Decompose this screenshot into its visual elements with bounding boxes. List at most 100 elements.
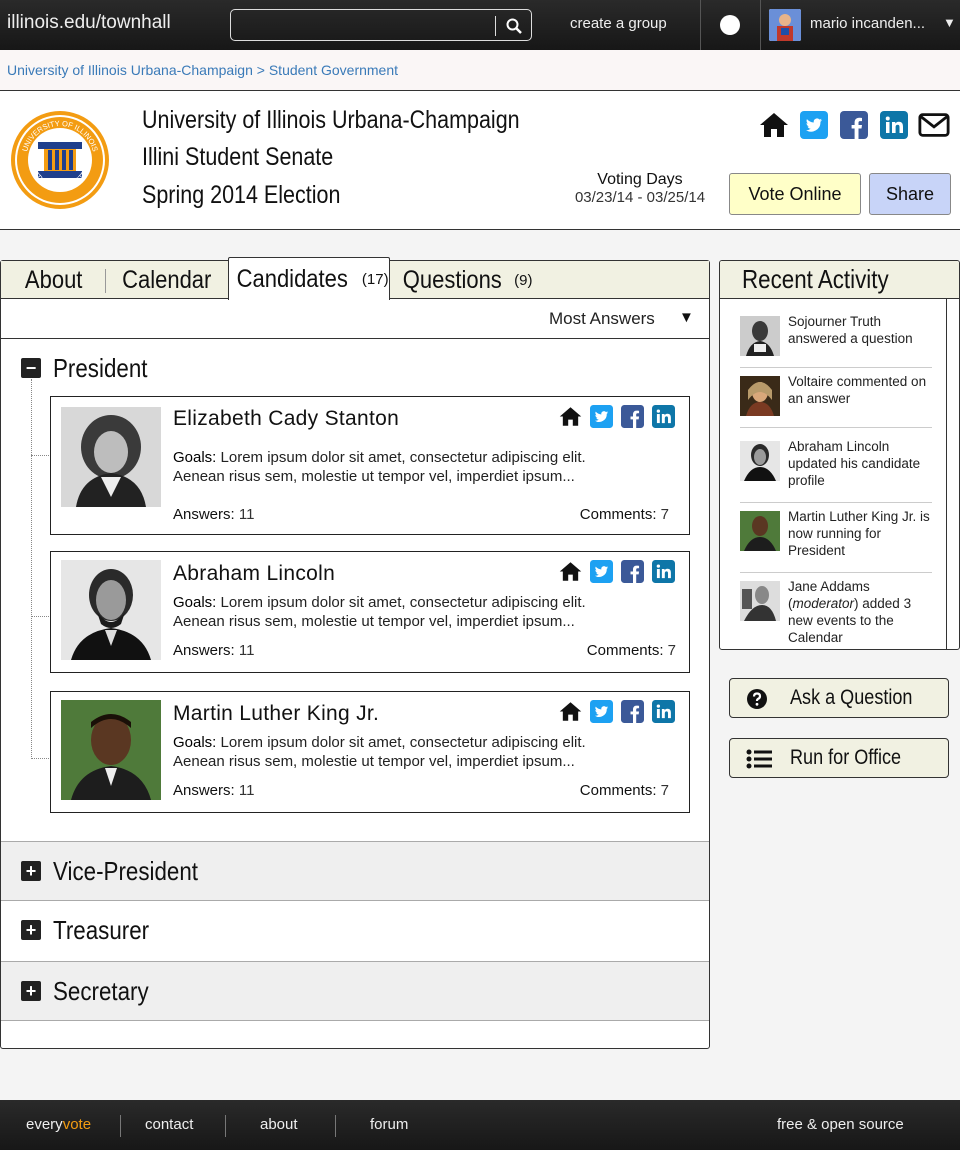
sort-dropdown[interactable]: Most Answers bbox=[549, 309, 655, 329]
candidate-photo bbox=[61, 407, 161, 507]
home-icon[interactable] bbox=[559, 405, 582, 428]
comments-count: Comments: 7 bbox=[586, 642, 676, 659]
tab-calendar[interactable]: Calendar bbox=[106, 261, 228, 299]
tree-branch bbox=[31, 455, 49, 456]
candidate-card[interactable]: Elizabeth Cady Stanton Goals: Lorem ipsu… bbox=[50, 396, 690, 535]
twitter-icon[interactable] bbox=[590, 560, 613, 583]
activity-item[interactable]: Jane Addams (moderator) added 3 new even… bbox=[740, 579, 932, 649]
footer: everyvote contact about forum free & ope… bbox=[0, 1100, 960, 1150]
tab-candidates[interactable]: Candidates (17) bbox=[228, 257, 390, 300]
sort-row: Most Answers ▼ bbox=[1, 299, 709, 339]
student-senate-seal-logo: UNIVERSITY OF ILLINOIS STUDENT SENATE bbox=[11, 111, 109, 209]
home-icon[interactable] bbox=[559, 560, 582, 583]
candidate-photo bbox=[61, 700, 161, 800]
search-icon bbox=[506, 18, 522, 34]
facebook-icon[interactable] bbox=[838, 111, 870, 139]
vote-online-button[interactable]: Vote Online bbox=[729, 173, 861, 215]
footer-forum-link[interactable]: forum bbox=[370, 1116, 408, 1133]
share-button[interactable]: Share bbox=[869, 173, 951, 215]
voting-days-label: Voting Days bbox=[597, 171, 683, 188]
voting-days: Voting Days 03/23/14 - 03/25/14 bbox=[560, 171, 720, 206]
election-header: UNIVERSITY OF ILLINOIS STUDENT SENATE Un… bbox=[0, 91, 960, 230]
candidate-name[interactable]: Abraham Lincoln bbox=[173, 562, 335, 586]
section-title[interactable]: Vice-President bbox=[53, 856, 198, 887]
university-name: University of Illinois Urbana-Champaign bbox=[142, 106, 520, 134]
linkedin-icon[interactable] bbox=[652, 560, 675, 583]
ask-question-button[interactable]: Ask a Question bbox=[729, 678, 949, 718]
tree-line bbox=[31, 379, 32, 759]
candidate-card[interactable]: Abraham Lincoln Goals: Lorem ipsum dolor… bbox=[50, 551, 690, 673]
answers-count: Answers: 11 bbox=[173, 782, 255, 799]
site-title-link[interactable]: illinois.edu/townhall bbox=[7, 12, 171, 34]
tab-questions[interactable]: Questions (9) bbox=[390, 261, 538, 299]
activity-item[interactable]: Voltaire commented on an answer bbox=[740, 374, 932, 428]
expand-icon[interactable]: + bbox=[21, 920, 41, 940]
tab-bar: About Calendar Candidates (17) Questions(… bbox=[1, 257, 709, 300]
question-circle-icon bbox=[747, 689, 767, 709]
divider bbox=[760, 0, 761, 50]
activity-avatar bbox=[740, 376, 780, 416]
expand-icon[interactable]: + bbox=[21, 861, 41, 881]
search-input[interactable] bbox=[230, 9, 532, 41]
social-links bbox=[758, 111, 950, 139]
avatar[interactable] bbox=[769, 9, 801, 41]
answers-count: Answers: 11 bbox=[173, 506, 255, 523]
activity-avatar bbox=[740, 511, 780, 551]
footer-open-source-link[interactable]: free & open source bbox=[777, 1116, 904, 1133]
breadcrumb-bar: University of Illinois Urbana-Champaign … bbox=[0, 50, 960, 91]
candidate-goals: Goals: Lorem ipsum dolor sit amet, conse… bbox=[173, 449, 586, 485]
scrollbar[interactable] bbox=[946, 299, 947, 649]
everyvote-logo[interactable]: everyvote bbox=[26, 1116, 91, 1133]
home-icon[interactable] bbox=[758, 111, 790, 139]
organization-name: Illini Student Senate bbox=[142, 143, 334, 171]
twitter-icon[interactable] bbox=[798, 111, 830, 139]
search-button[interactable] bbox=[495, 16, 531, 36]
section-secretary[interactable]: + Secretary bbox=[1, 961, 709, 1021]
candidate-photo bbox=[61, 560, 161, 660]
tree-branch bbox=[31, 616, 49, 617]
candidate-name[interactable]: Elizabeth Cady Stanton bbox=[173, 407, 399, 431]
candidate-social-links bbox=[559, 700, 675, 723]
candidate-goals: Goals: Lorem ipsum dolor sit amet, conse… bbox=[173, 594, 586, 630]
footer-about-link[interactable]: about bbox=[260, 1116, 298, 1133]
candidate-name[interactable]: Martin Luther King Jr. bbox=[173, 702, 379, 726]
section-title[interactable]: Secretary bbox=[53, 976, 149, 1007]
section-title[interactable]: Treasurer bbox=[53, 915, 149, 946]
expand-icon[interactable]: + bbox=[21, 981, 41, 1001]
divider bbox=[335, 1115, 336, 1137]
linkedin-icon[interactable] bbox=[878, 111, 910, 139]
candidate-card[interactable]: Martin Luther King Jr. Goals: Lorem ipsu… bbox=[50, 691, 690, 813]
activity-item[interactable]: Abraham Lincoln updated his candidate pr… bbox=[740, 439, 932, 503]
email-icon[interactable] bbox=[918, 111, 950, 139]
create-group-link[interactable]: create a group bbox=[570, 15, 667, 32]
candidate-social-links bbox=[559, 405, 675, 428]
answers-count: Answers: 11 bbox=[173, 642, 255, 659]
linkedin-icon[interactable] bbox=[652, 700, 675, 723]
top-navbar: illinois.edu/townhall create a group mar… bbox=[0, 0, 960, 50]
chevron-down-icon[interactable]: ▼ bbox=[679, 309, 694, 326]
section-vice-president[interactable]: + Vice-President bbox=[1, 841, 709, 901]
recent-activity-panel: Recent Activity Sojourner Truth answered… bbox=[719, 260, 960, 650]
twitter-icon[interactable] bbox=[590, 405, 613, 428]
section-treasurer[interactable]: + Treasurer bbox=[1, 901, 709, 961]
section-title[interactable]: President bbox=[53, 353, 147, 384]
home-icon[interactable] bbox=[559, 700, 582, 723]
facebook-icon[interactable] bbox=[621, 700, 644, 723]
facebook-icon[interactable] bbox=[621, 560, 644, 583]
section-president: − President bbox=[1, 339, 709, 399]
twitter-icon[interactable] bbox=[590, 700, 613, 723]
user-name-menu[interactable]: mario incanden... bbox=[810, 15, 925, 32]
run-for-office-button[interactable]: Run for Office bbox=[729, 738, 949, 778]
notification-icon[interactable] bbox=[720, 15, 740, 35]
list-icon bbox=[746, 749, 772, 769]
activity-item[interactable]: Martin Luther King Jr. is now running fo… bbox=[740, 509, 932, 573]
collapse-icon[interactable]: − bbox=[21, 358, 41, 378]
facebook-icon[interactable] bbox=[621, 405, 644, 428]
chevron-down-icon[interactable]: ▼ bbox=[943, 15, 956, 30]
activity-avatar bbox=[740, 441, 780, 481]
footer-contact-link[interactable]: contact bbox=[145, 1116, 193, 1133]
tab-about[interactable]: About bbox=[1, 261, 106, 299]
activity-item[interactable]: Sojourner Truth answered a question bbox=[740, 314, 932, 368]
breadcrumb[interactable]: University of Illinois Urbana-Champaign … bbox=[7, 62, 398, 78]
linkedin-icon[interactable] bbox=[652, 405, 675, 428]
